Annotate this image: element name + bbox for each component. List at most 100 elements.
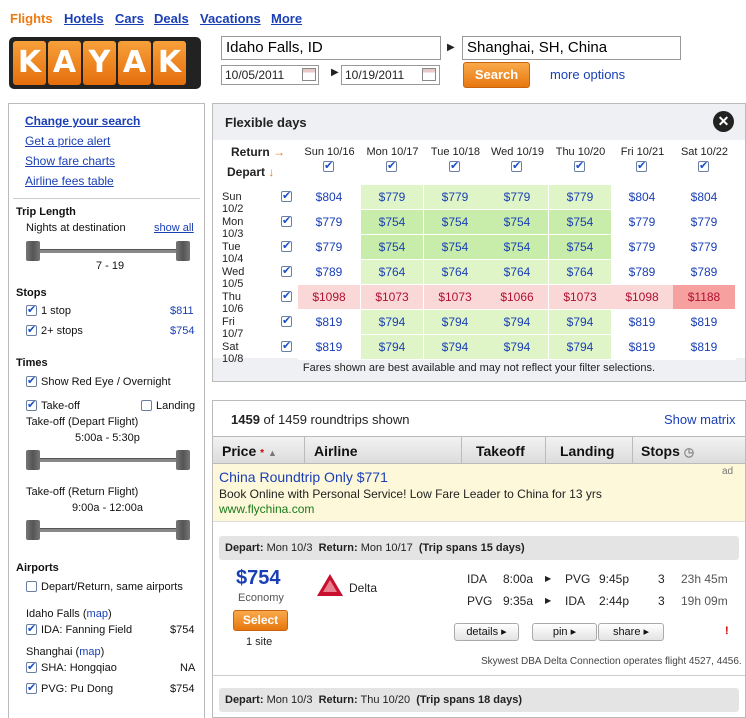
fare-cell[interactable]: $789 [298, 260, 361, 285]
map-link[interactable]: map [87, 608, 108, 620]
nights-slider-max-handle[interactable] [176, 241, 190, 261]
fare-cell[interactable]: $794 [361, 335, 424, 360]
pvg-checkbox[interactable] [26, 681, 37, 694]
fare-cell[interactable]: $754 [424, 235, 487, 260]
depart-date-checkbox[interactable] [281, 189, 292, 202]
fare-cell[interactable]: $1073 [549, 285, 612, 310]
fare-cell[interactable]: $754 [549, 210, 612, 235]
fare-cell[interactable]: $764 [361, 260, 424, 285]
fare-cell[interactable]: $1188 [673, 285, 736, 310]
fare-cell[interactable]: $1098 [611, 285, 674, 310]
nav-cars[interactable]: Cars [115, 11, 144, 26]
fare-cell[interactable]: $794 [486, 335, 549, 360]
more-options-link[interactable]: more options [550, 67, 625, 82]
sort-airline-column[interactable]: Airline [305, 437, 462, 465]
sha-checkbox[interactable] [26, 660, 37, 673]
return-date-checkbox[interactable] [449, 159, 460, 172]
show-matrix-link[interactable]: Show matrix [664, 412, 736, 427]
fare-cell[interactable]: $779 [298, 235, 361, 260]
fare-cell[interactable]: $789 [611, 260, 674, 285]
fare-cell[interactable]: $819 [673, 310, 736, 335]
red-eye-checkbox[interactable] [26, 374, 37, 387]
fare-cell[interactable]: $804 [673, 185, 736, 210]
kayak-logo[interactable]: KAYAK [9, 37, 201, 89]
fare-cell[interactable]: $754 [549, 235, 612, 260]
nav-more[interactable]: More [271, 11, 302, 26]
stops-2-checkbox[interactable] [26, 323, 37, 336]
stops-2-price[interactable]: $754 [170, 325, 194, 337]
fare-cell[interactable]: $819 [298, 335, 361, 360]
fare-cell[interactable]: $1098 [298, 285, 361, 310]
destination-input[interactable]: Shanghai, SH, China [462, 36, 681, 60]
depart-slider-track[interactable] [31, 458, 187, 462]
fare-cell[interactable]: $764 [424, 260, 487, 285]
same-airports-checkbox[interactable] [26, 581, 37, 592]
return-date-checkbox[interactable] [636, 159, 647, 172]
nav-vacations[interactable]: Vacations [200, 11, 261, 26]
fare-cell[interactable]: $789 [673, 260, 736, 285]
return-slider-min-handle[interactable] [26, 520, 40, 540]
fare-cell[interactable]: $754 [361, 210, 424, 235]
depart-date-checkbox[interactable] [281, 339, 292, 352]
fare-cell[interactable]: $1066 [486, 285, 549, 310]
fare-cell[interactable]: $794 [486, 310, 549, 335]
depart-date-checkbox[interactable] [281, 314, 292, 327]
return-slider-track[interactable] [31, 528, 187, 532]
return-date-checkbox[interactable] [323, 159, 334, 172]
nav-flights[interactable]: Flights [10, 11, 53, 26]
calendar-icon[interactable] [422, 68, 436, 81]
ad-title-link[interactable]: China Roundtrip Only $771 [219, 469, 388, 485]
return-date-checkbox[interactable] [574, 159, 585, 172]
fare-cell[interactable]: $754 [486, 210, 549, 235]
fare-cell[interactable]: $819 [611, 310, 674, 335]
fare-cell[interactable]: $794 [424, 310, 487, 335]
fare-cell[interactable]: $779 [361, 185, 424, 210]
sponsored-ad[interactable]: China Roundtrip Only $771 Book Online wi… [213, 464, 745, 522]
stops-1-checkbox[interactable] [26, 303, 37, 316]
sort-price-column[interactable]: Price * ▲ [213, 437, 305, 465]
return-slider-max-handle[interactable] [176, 520, 190, 540]
fare-cell[interactable]: $1073 [361, 285, 424, 310]
fare-cell[interactable]: $779 [611, 210, 674, 235]
fare-cell[interactable]: $779 [486, 185, 549, 210]
ad-url[interactable]: www.flychina.com [219, 502, 314, 516]
fare-cell[interactable]: $819 [298, 310, 361, 335]
fare-cell[interactable]: $779 [673, 210, 736, 235]
depart-slider-min-handle[interactable] [26, 450, 40, 470]
fare-cell[interactable]: $764 [549, 260, 612, 285]
show-all-link[interactable]: show all [154, 222, 194, 234]
close-icon[interactable]: ✕ [713, 111, 734, 132]
stops-1-price[interactable]: $811 [170, 305, 194, 317]
landing-checkbox[interactable] [141, 400, 152, 411]
fare-cell[interactable]: $794 [549, 335, 612, 360]
fare-cell[interactable]: $764 [486, 260, 549, 285]
fare-cell[interactable]: $819 [611, 335, 674, 360]
sort-stops-column[interactable]: Stops ◷ [633, 437, 745, 465]
depart-date-checkbox[interactable] [281, 214, 292, 227]
nights-slider-track[interactable] [31, 249, 187, 253]
change-search-link[interactable]: Change your search [25, 114, 140, 128]
fare-cell[interactable]: $779 [611, 235, 674, 260]
origin-input[interactable]: Idaho Falls, ID [221, 36, 441, 60]
depart-date-checkbox[interactable] [281, 264, 292, 277]
depart-date-checkbox[interactable] [281, 289, 292, 302]
return-date-checkbox[interactable] [698, 159, 709, 172]
pin-button[interactable]: pin ▸ [532, 623, 597, 641]
depart-date-checkbox[interactable] [281, 239, 292, 252]
return-date-checkbox[interactable] [386, 159, 397, 172]
calendar-icon[interactable] [302, 68, 316, 81]
details-button[interactable]: details ▸ [454, 623, 519, 641]
fare-cell[interactable]: $794 [549, 310, 612, 335]
fare-cell[interactable]: $779 [424, 185, 487, 210]
nav-hotels[interactable]: Hotels [64, 11, 104, 26]
fare-cell[interactable]: $754 [361, 235, 424, 260]
fare-cell[interactable]: $779 [673, 235, 736, 260]
depart-slider-max-handle[interactable] [176, 450, 190, 470]
return-date-checkbox[interactable] [511, 159, 522, 172]
fare-charts-link[interactable]: Show fare charts [25, 154, 115, 168]
nights-slider-min-handle[interactable] [26, 241, 40, 261]
fare-cell[interactable]: $779 [549, 185, 612, 210]
nav-deals[interactable]: Deals [154, 11, 189, 26]
takeoff-checkbox[interactable] [26, 398, 37, 411]
fare-cell[interactable]: $804 [611, 185, 674, 210]
